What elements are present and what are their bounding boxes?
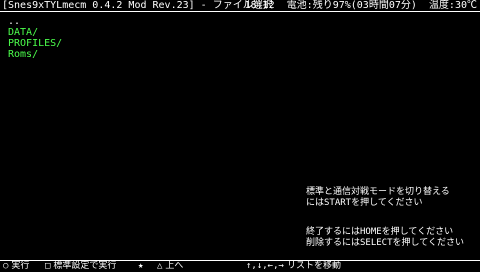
status-area: 18:12 電池:残り97%(03時間07分) 温度:30℃	[239, 0, 477, 11]
hint-move-list-label: リストを移動	[286, 261, 341, 271]
help-line-start: にはSTARTを押してください	[306, 198, 423, 208]
hint-default-run: □ 標準設定で実行	[45, 261, 116, 272]
temperature-status: 温度:30℃	[428, 0, 477, 11]
window-title: [Snes9xTYLmecm 0.4.2 Mod Rev.23] - ファイル選…	[2, 0, 273, 11]
battery-status: 電池:残り97%(03時間07分)	[286, 0, 417, 11]
bottom-hint-bar: ○ 実行 □ 標準設定で実行 ★ △ 上へ ↑,↓,←,→ リストを移動	[0, 260, 480, 272]
help-line-home: 終了するにはHOMEを押してください	[306, 227, 454, 237]
clock: 18:12	[244, 0, 275, 11]
triangle-button-icon: △	[157, 261, 163, 271]
list-item-parent-dir[interactable]: ..	[8, 16, 62, 27]
help-line-mode-switch: 標準と通信対戦モードを切り替える	[306, 187, 450, 197]
file-list: .. DATA/ PROFILES/ Roms/	[8, 16, 62, 60]
hint-execute: ○ 実行	[3, 261, 29, 272]
list-item-data-dir[interactable]: DATA/	[8, 27, 62, 38]
help-spacer	[306, 209, 474, 227]
top-status-bar: [Snes9xTYLmecm 0.4.2 Mod Rev.23] - ファイル選…	[0, 0, 480, 12]
hint-execute-label: 実行	[11, 261, 30, 271]
square-button-icon: □	[45, 261, 51, 271]
hint-up-label: 上へ	[165, 261, 184, 271]
star-icon: ★	[138, 261, 144, 271]
hint-up: △ 上へ	[157, 261, 183, 272]
circle-button-icon: ○	[3, 261, 9, 271]
dpad-arrows-icon: ↑,↓,←,→	[246, 261, 284, 271]
list-item-roms-dir[interactable]: Roms/	[8, 49, 62, 60]
help-text: 標準と通信対戦モードを切り替える にはSTARTを押してください 終了するにはH…	[306, 187, 474, 249]
help-line-select: 削除するにはSELECTを押してください	[306, 238, 464, 248]
hint-default-run-label: 標準設定で実行	[53, 261, 117, 271]
hint-move-list: ↑,↓,←,→ リストを移動	[246, 261, 341, 272]
list-item-profiles-dir[interactable]: PROFILES/	[8, 38, 62, 49]
